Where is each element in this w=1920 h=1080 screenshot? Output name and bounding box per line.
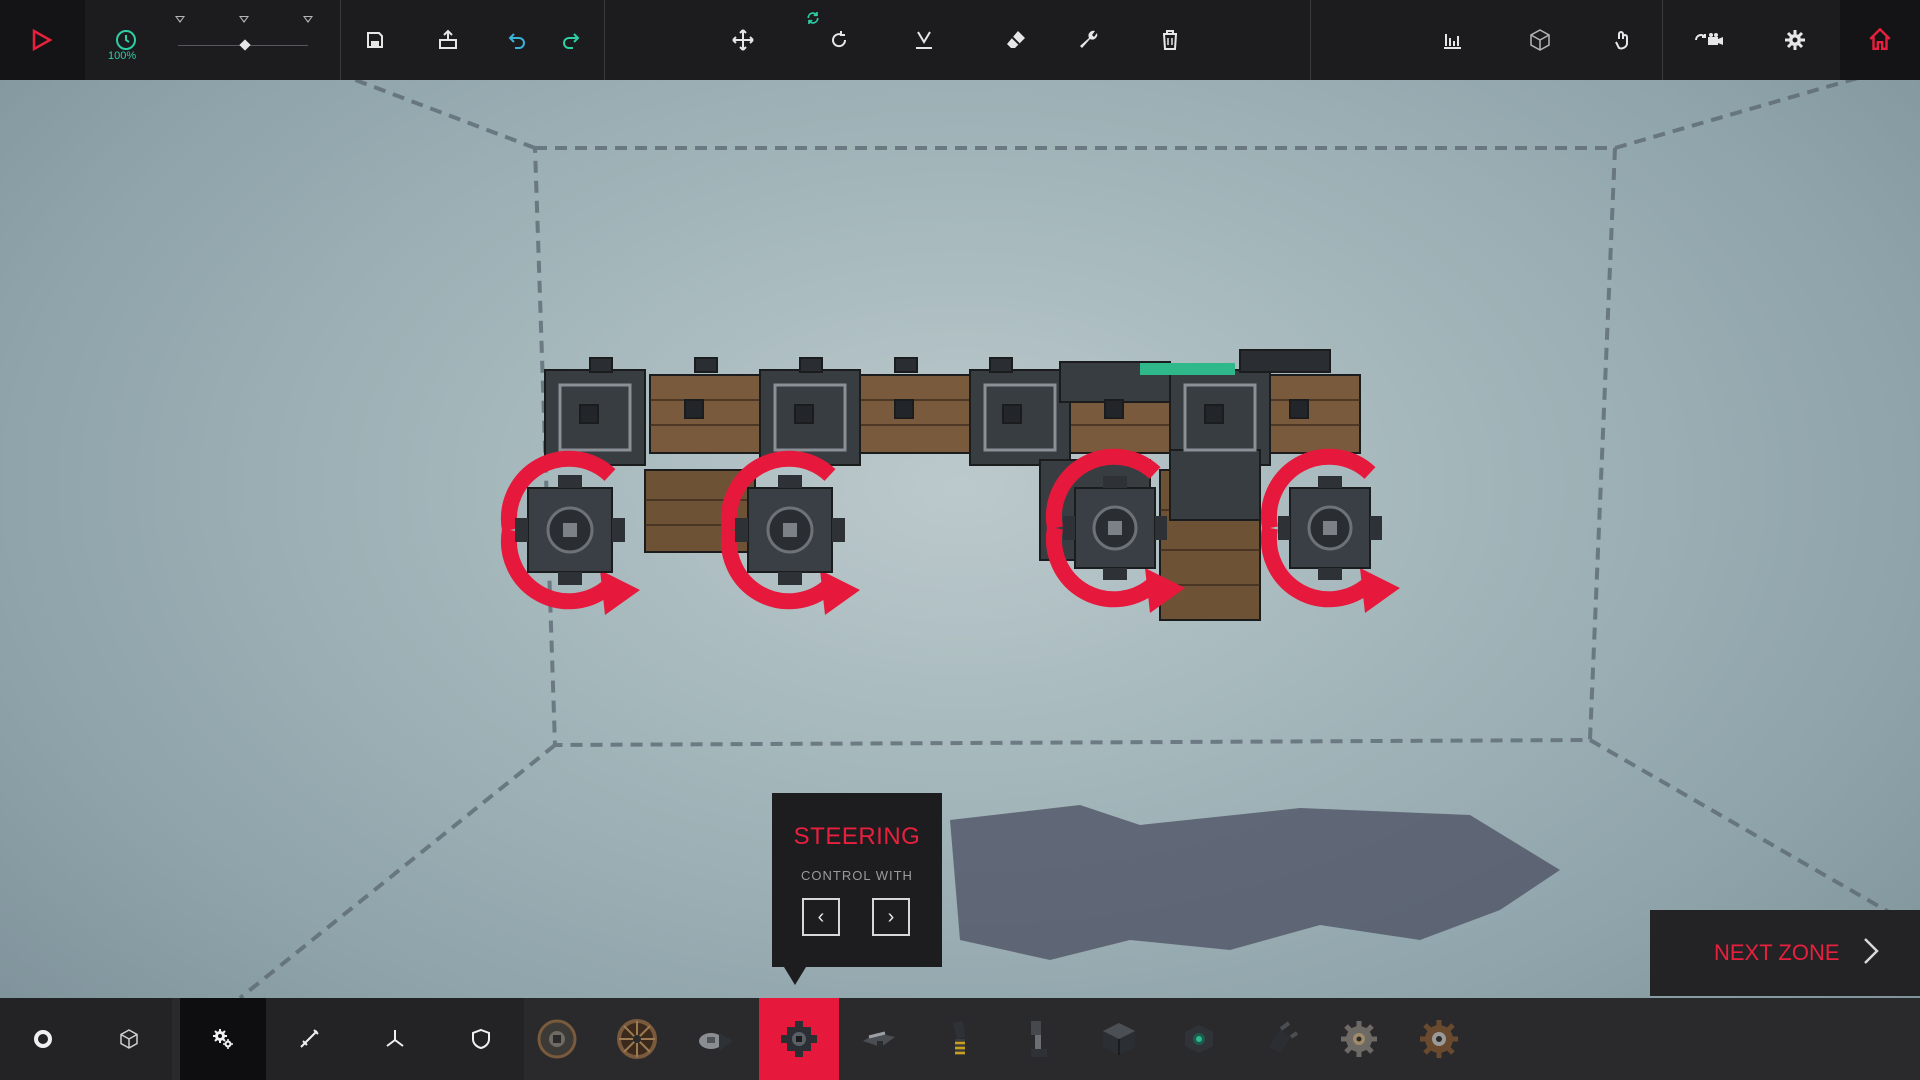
block-piston[interactable]	[919, 998, 999, 1080]
steering-tooltip: STEERING CONTROL WITH ‹ ›	[772, 793, 942, 985]
eraser-icon	[1007, 31, 1025, 48]
category-flight[interactable]	[352, 998, 438, 1080]
rotating-block-icon	[1185, 1025, 1213, 1053]
rotate-tool-button[interactable]	[819, 20, 859, 60]
steering-block-icon	[781, 1021, 817, 1057]
small-gear-icon	[1341, 1021, 1377, 1057]
piston-icon	[953, 1021, 965, 1055]
grab-mode-button[interactable]	[1603, 20, 1643, 60]
save-icon	[367, 32, 383, 48]
play-icon	[32, 28, 53, 52]
steering-hinge-icon	[863, 1031, 895, 1047]
trash-icon	[1163, 30, 1177, 50]
block-grabber[interactable]	[1239, 998, 1319, 1080]
category-armour[interactable]	[438, 998, 524, 1080]
category-basic[interactable]	[0, 998, 86, 1080]
speed-label: 100%	[108, 50, 137, 62]
weapon-icon	[300, 1029, 319, 1048]
save-button[interactable]	[355, 20, 395, 60]
move-icon	[732, 29, 754, 51]
play-button[interactable]	[0, 0, 85, 80]
scene-graphics	[238, 80, 1920, 998]
rotate-mode-icon	[807, 12, 819, 24]
block-steering-hinge[interactable]	[839, 998, 919, 1080]
home-icon	[1869, 27, 1891, 50]
flip-icon	[916, 31, 932, 49]
speed-marker-25	[175, 16, 185, 23]
undo-icon	[508, 33, 525, 49]
hinge-icon	[699, 1033, 733, 1051]
load-icon	[439, 29, 457, 49]
large-gear-icon	[1420, 1020, 1458, 1058]
block-icon	[120, 1029, 138, 1049]
flight-icon	[386, 1030, 404, 1047]
category-blocks[interactable]	[86, 998, 172, 1080]
mechanical-gears-icon	[213, 1029, 233, 1049]
wrench-icon	[1080, 30, 1098, 48]
block-hinge[interactable]	[677, 998, 757, 1080]
stats-icon	[1444, 34, 1461, 49]
chevron-right-icon	[1864, 938, 1879, 964]
eraser-tool-button[interactable]	[996, 20, 1036, 60]
block-small-gear[interactable]	[1319, 998, 1399, 1080]
ring-icon	[34, 1030, 52, 1048]
armour-shield-icon	[472, 1028, 490, 1050]
load-button[interactable]	[428, 20, 468, 60]
stats-button[interactable]	[1432, 20, 1472, 60]
key-left-binding[interactable]: ‹	[802, 898, 840, 936]
spoked-wheel-icon	[617, 1019, 657, 1059]
time-scale-slider-knob[interactable]	[239, 39, 251, 51]
flip-tool-button[interactable]	[904, 20, 944, 60]
speed-marker-100	[239, 16, 249, 23]
translate-tool-button[interactable]	[723, 20, 763, 60]
grab-icon	[1615, 31, 1628, 50]
key-right-binding[interactable]: ›	[872, 898, 910, 936]
steering-blocks	[500, 448, 1400, 615]
gear-icon	[1785, 30, 1805, 50]
home-button[interactable]	[1840, 0, 1920, 80]
rotate-icon	[832, 31, 847, 48]
undo-button[interactable]	[497, 20, 537, 60]
block-large-gear[interactable]	[1399, 998, 1479, 1080]
block-wheel[interactable]	[517, 998, 597, 1080]
tooltip-title: STEERING	[793, 823, 921, 850]
settings-button[interactable]	[1775, 20, 1815, 60]
tooltip-subtitle: CONTROL WITH	[801, 868, 913, 883]
category-mechanical[interactable]	[180, 998, 266, 1080]
wrench-tool-button[interactable]	[1069, 20, 1109, 60]
wheel-icon	[537, 1019, 577, 1059]
top-toolbar: 100%	[0, 0, 1920, 80]
camera-icon	[1695, 33, 1723, 45]
block-palette-bar	[0, 998, 1920, 1080]
delete-button[interactable]	[1150, 20, 1190, 60]
block-spoked-wheel[interactable]	[597, 998, 677, 1080]
camera-mode-button[interactable]	[1689, 20, 1729, 60]
redo-icon	[563, 33, 580, 49]
build-zone-viewport[interactable]	[0, 80, 1920, 998]
cube-icon	[1530, 29, 1550, 51]
block-view-button[interactable]	[1520, 20, 1560, 60]
speed-marker-max	[303, 16, 313, 23]
machine-shadow	[950, 805, 1560, 960]
category-weapons[interactable]	[266, 998, 352, 1080]
next-zone-label: NEXT ZONE	[1714, 940, 1840, 965]
next-zone-button[interactable]: NEXT ZONE	[1650, 910, 1920, 996]
suspension-icon	[1031, 1021, 1047, 1057]
block-steering[interactable]	[759, 998, 839, 1080]
block-suspension[interactable]	[999, 998, 1079, 1080]
block-cube[interactable]	[1079, 998, 1159, 1080]
block-rotating[interactable]	[1159, 998, 1239, 1080]
machine	[544, 349, 1361, 621]
grabber-icon	[1269, 1021, 1299, 1053]
redo-button[interactable]	[551, 20, 591, 60]
clock-icon	[116, 30, 136, 50]
cube-block-icon	[1103, 1023, 1135, 1055]
